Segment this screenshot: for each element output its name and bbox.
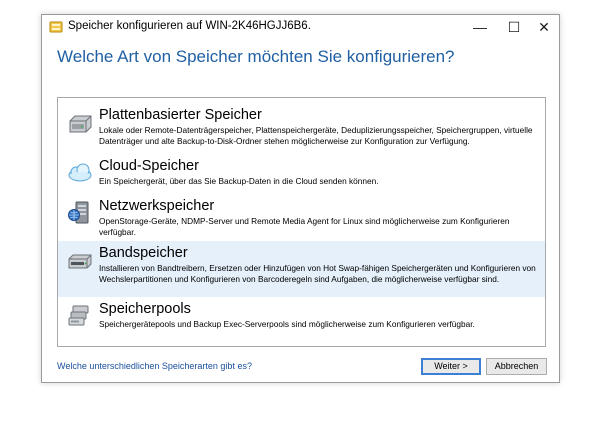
next-button[interactable]: Weiter > <box>421 358 481 375</box>
maximize-button[interactable]: ☐ <box>497 15 531 39</box>
storage-app-icon <box>49 21 63 33</box>
configure-storage-dialog: Speicher konfigurieren auf WIN-2K46HGJJ6… <box>41 14 560 383</box>
hard-disk-icon <box>69 115 92 133</box>
storage-option-description: Installieren von Bandtreibern, Ersetzen … <box>99 263 536 284</box>
storage-pool-icon <box>68 305 89 326</box>
title-bar[interactable]: Speicher konfigurieren auf WIN-2K46HGJJ6… <box>42 15 559 39</box>
storage-option-network[interactable]: Netzwerkspeicher OpenStorage-Geräte, NDM… <box>58 194 545 241</box>
storage-option-title: Cloud-Speicher <box>99 158 199 174</box>
window-title: Speicher konfigurieren auf WIN-2K46HGJJ6… <box>68 20 311 32</box>
storage-option-title: Speicherpools <box>99 301 191 317</box>
page-title: Welche Art von Speicher möchten Sie konf… <box>57 47 455 66</box>
storage-option-description: Ein Speichergerät, über das Sie Backup-D… <box>99 176 379 186</box>
storage-option-description: Lokale oder Remote-Datenträgerspeicher, … <box>99 125 533 146</box>
storage-option-disk[interactable]: Plattenbasierter Speicher Lokale oder Re… <box>58 103 545 154</box>
close-button[interactable]: ✕ <box>527 15 561 39</box>
cloud-icon <box>68 163 92 182</box>
storage-option-description: Speichergerätepools und Backup Exec-Serv… <box>99 319 475 329</box>
storage-type-list: Plattenbasierter Speicher Lokale oder Re… <box>57 97 546 347</box>
storage-types-help-link[interactable]: Welche unterschiedlichen Speicherarten g… <box>57 361 252 371</box>
minimize-button[interactable]: — <box>463 15 497 39</box>
storage-option-tape[interactable]: Bandspeicher Installieren von Bandtreibe… <box>58 241 545 297</box>
storage-option-title: Bandspeicher <box>99 245 188 261</box>
storage-option-cloud[interactable]: Cloud-Speicher Ein Speichergerät, über d… <box>58 154 545 194</box>
storage-option-title: Plattenbasierter Speicher <box>99 107 262 123</box>
cancel-button[interactable]: Abbrechen <box>486 358 547 375</box>
network-server-icon <box>68 201 89 224</box>
tape-drive-icon <box>68 254 92 269</box>
storage-option-description: OpenStorage-Geräte, NDMP-Server und Remo… <box>99 216 510 237</box>
storage-option-title: Netzwerkspeicher <box>99 198 215 214</box>
storage-option-pools[interactable]: Speicherpools Speichergerätepools und Ba… <box>58 297 545 337</box>
